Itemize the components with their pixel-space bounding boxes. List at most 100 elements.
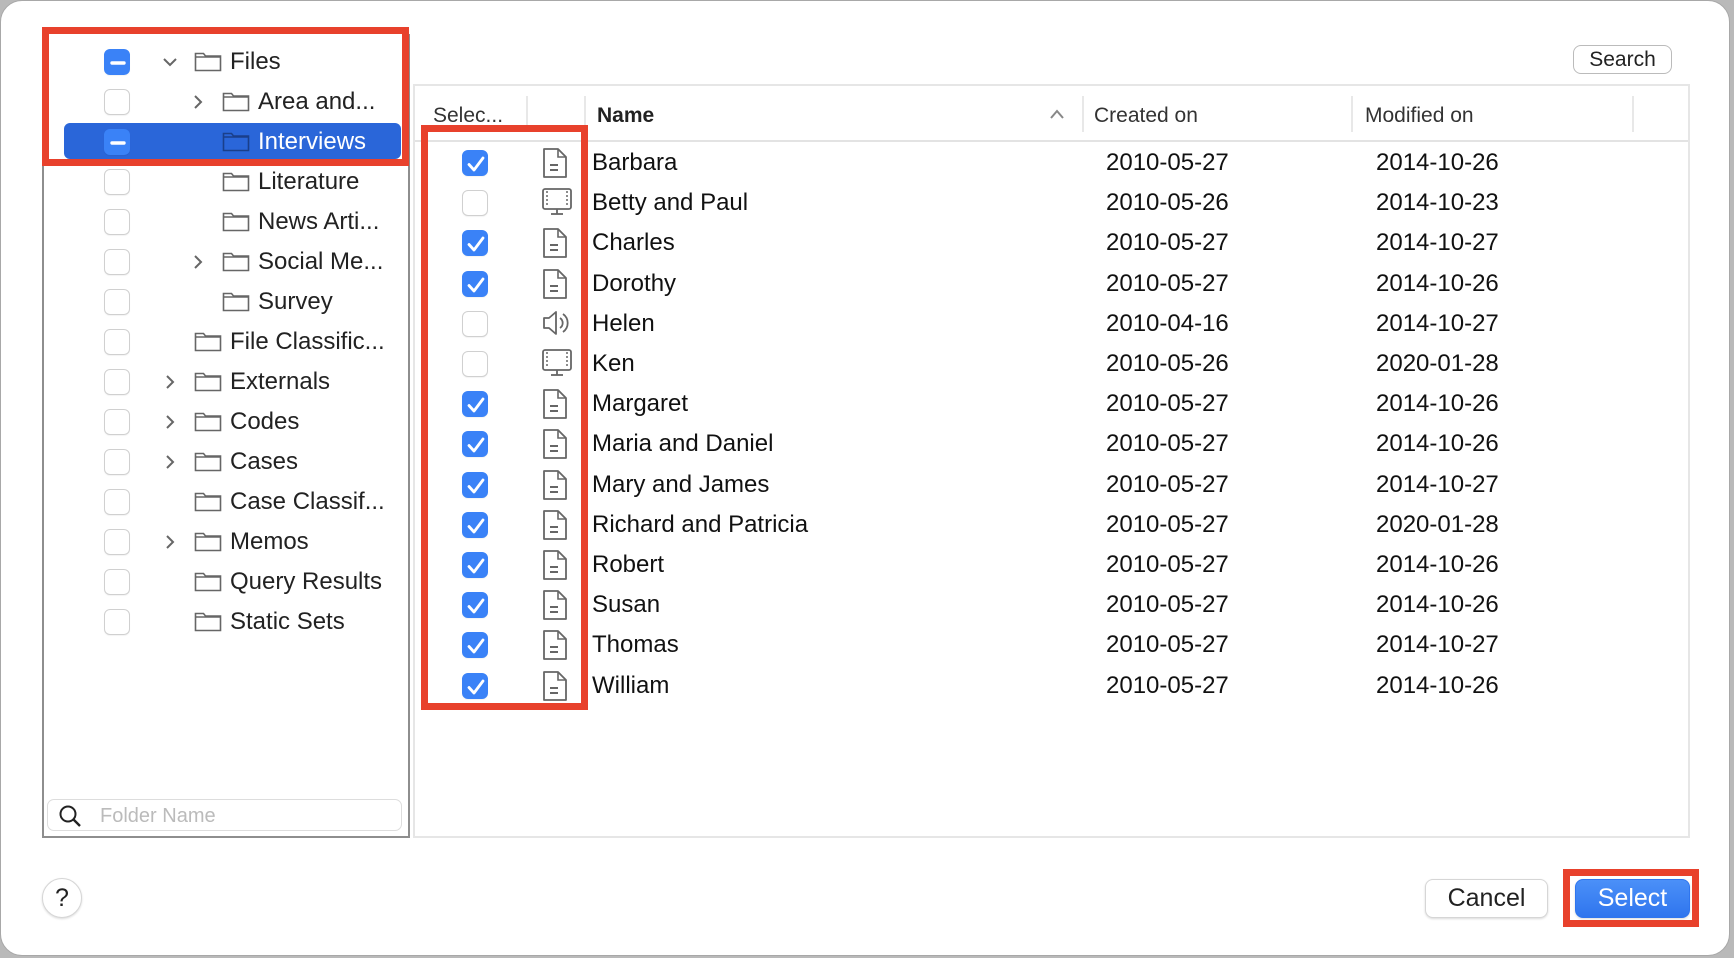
folder-icon <box>194 570 222 592</box>
table-row[interactable]: Thomas 2010-05-27 2014-10-27 <box>415 625 1688 665</box>
table-row[interactable]: Barbara 2010-05-27 2014-10-26 <box>415 143 1688 183</box>
select-button[interactable]: Select <box>1575 879 1690 918</box>
cell-name: Margaret <box>592 390 689 418</box>
row-checkbox[interactable] <box>462 511 488 538</box>
tree-checkbox[interactable] <box>104 609 130 635</box>
row-checkbox[interactable] <box>462 150 488 176</box>
tree-item[interactable]: Cases <box>44 442 408 482</box>
row-checkbox[interactable] <box>462 230 488 257</box>
tree-checkbox[interactable] <box>104 209 130 235</box>
table-row[interactable]: Helen 2010-04-16 2014-10-27 <box>415 304 1688 344</box>
table-row[interactable]: Susan 2010-05-27 2014-10-26 <box>415 585 1688 625</box>
row-checkbox[interactable] <box>462 431 488 458</box>
cell-name: Dorothy <box>592 269 677 297</box>
document-icon <box>541 268 569 307</box>
table-row[interactable]: Ken 2010-05-26 2020-01-28 <box>415 344 1688 384</box>
table-row[interactable]: Margaret 2010-05-27 2014-10-26 <box>415 384 1688 424</box>
tree-item[interactable]: Interviews <box>44 122 408 162</box>
table-row[interactable]: William 2010-05-27 2014-10-26 <box>415 666 1688 706</box>
header-name[interactable]: Name <box>597 104 654 128</box>
document-icon <box>541 428 569 467</box>
tree-item[interactable]: Files <box>44 42 408 82</box>
tree-item-label: Externals <box>230 368 331 395</box>
tree-checkbox[interactable] <box>104 89 130 115</box>
table-row[interactable]: Mary and James 2010-05-27 2014-10-27 <box>415 465 1688 505</box>
chevron-right-icon[interactable] <box>162 534 178 550</box>
tree-checkbox[interactable] <box>104 449 130 475</box>
folder-icon <box>222 250 250 272</box>
tree-item[interactable]: Static Sets <box>44 602 408 642</box>
tree-item-label: Interviews <box>258 128 367 155</box>
cell-created: 2010-05-27 <box>1106 510 1229 538</box>
column-divider[interactable] <box>1351 96 1353 132</box>
cancel-button[interactable]: Cancel <box>1425 879 1548 918</box>
tree-item[interactable]: Social Me... <box>44 242 408 282</box>
help-button[interactable]: ? <box>42 878 82 918</box>
tree-checkbox[interactable] <box>104 289 130 315</box>
row-checkbox[interactable] <box>462 190 488 217</box>
tree-checkbox[interactable] <box>104 249 130 275</box>
tree-checkbox[interactable] <box>104 369 130 395</box>
tree-checkbox[interactable] <box>104 329 130 355</box>
row-checkbox[interactable] <box>462 391 488 418</box>
cell-name: Mary and James <box>592 470 770 498</box>
tree-item[interactable]: Externals <box>44 362 408 402</box>
cell-name: Thomas <box>592 631 679 659</box>
tree-item[interactable]: Survey <box>44 282 408 322</box>
chevron-right-icon[interactable] <box>190 94 206 110</box>
cell-created: 2010-05-27 <box>1106 671 1229 699</box>
tree-checkbox[interactable] <box>104 489 130 515</box>
header-select[interactable]: Selec... <box>433 104 503 128</box>
tree-item[interactable]: File Classific... <box>44 322 408 362</box>
column-divider[interactable] <box>584 96 586 132</box>
row-checkbox[interactable] <box>462 592 488 619</box>
row-checkbox[interactable] <box>462 351 488 377</box>
column-divider[interactable] <box>1632 96 1634 132</box>
folder-icon <box>222 290 250 312</box>
tree-item[interactable]: News Arti... <box>44 202 408 242</box>
row-checkbox[interactable] <box>462 552 488 578</box>
chevron-down-icon[interactable] <box>162 54 178 70</box>
table-row[interactable]: Maria and Daniel 2010-05-27 2014-10-26 <box>415 424 1688 464</box>
chevron-right-icon[interactable] <box>190 254 206 270</box>
audio-icon <box>541 308 573 345</box>
tree-checkbox[interactable] <box>104 569 130 595</box>
column-divider[interactable] <box>1082 96 1084 132</box>
search-button[interactable]: Search <box>1573 45 1672 74</box>
table-row[interactable]: Betty and Paul 2010-05-26 2014-10-23 <box>415 183 1688 223</box>
table-row[interactable]: Dorothy 2010-05-27 2014-10-26 <box>415 264 1688 304</box>
table-row[interactable]: Robert 2010-05-27 2014-10-26 <box>415 545 1688 585</box>
column-divider[interactable] <box>526 96 528 132</box>
row-checkbox[interactable] <box>462 632 488 659</box>
tree-item[interactable]: Area and... <box>44 82 408 122</box>
chevron-right-icon[interactable] <box>162 414 178 430</box>
tree-item-label: Literature <box>258 168 360 195</box>
tree-item-label: Social Me... <box>258 248 384 275</box>
tree-item[interactable]: Codes <box>44 402 408 442</box>
folder-icon <box>194 50 222 72</box>
header-created-on[interactable]: Created on <box>1094 104 1198 128</box>
row-checkbox[interactable] <box>462 310 488 337</box>
row-checkbox[interactable] <box>462 672 488 699</box>
row-checkbox[interactable] <box>462 270 488 297</box>
tree-item[interactable]: Case Classif... <box>44 482 408 522</box>
chevron-right-icon[interactable] <box>162 454 178 470</box>
tree-checkbox[interactable] <box>104 169 130 195</box>
row-checkbox[interactable] <box>462 471 488 498</box>
cell-created: 2010-04-16 <box>1106 309 1229 337</box>
tree-item-label: Static Sets <box>230 608 345 635</box>
tree-item[interactable]: Query Results <box>44 562 408 602</box>
header-modified-on[interactable]: Modified on <box>1365 104 1474 128</box>
cell-name: Charles <box>592 229 675 257</box>
table-row[interactable]: Richard and Patricia 2010-05-27 2020-01-28 <box>415 505 1688 545</box>
tree-checkbox[interactable] <box>104 409 130 435</box>
tree-checkbox[interactable] <box>104 529 130 555</box>
tree-item[interactable]: Memos <box>44 522 408 562</box>
chevron-right-icon[interactable] <box>162 374 178 390</box>
cell-name: Robert <box>592 551 665 578</box>
tree-item[interactable]: Literature <box>44 162 408 202</box>
tree-checkbox[interactable] <box>104 129 130 155</box>
folder-name-search-input[interactable]: Folder Name <box>47 799 402 831</box>
table-row[interactable]: Charles 2010-05-27 2014-10-27 <box>415 223 1688 263</box>
tree-checkbox[interactable] <box>104 49 130 75</box>
